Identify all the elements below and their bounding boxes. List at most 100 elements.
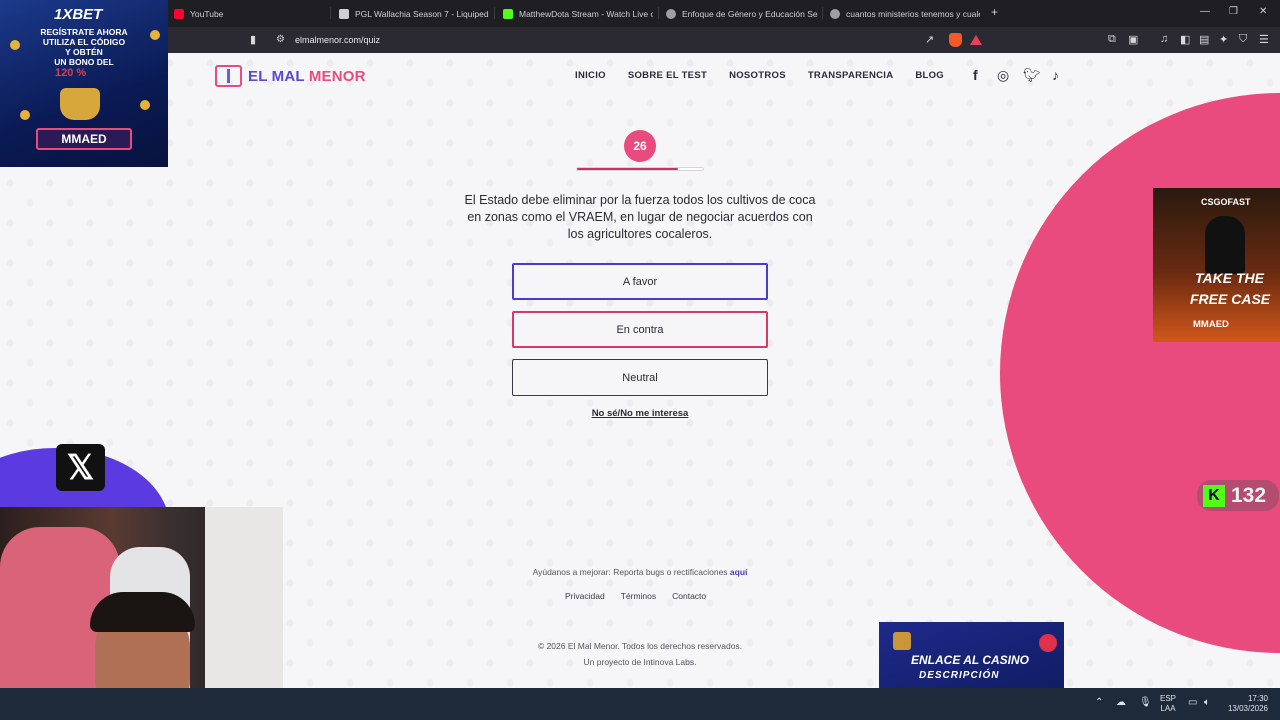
menu-icon[interactable]: ☰	[1259, 33, 1269, 46]
character-image	[1205, 216, 1245, 274]
ad-brand: 1XBET	[54, 6, 103, 23]
url-field[interactable]: elmalmenor.com/quiz	[295, 35, 380, 45]
logo-text-menor: MENOR	[304, 67, 366, 85]
sidebar-icon[interactable]: ◧	[1180, 33, 1190, 46]
ad-line: REGÍSTRATE AHORA	[40, 27, 128, 37]
answer-en-contra-button[interactable]: En contra	[512, 311, 768, 348]
instagram-icon[interactable]: ◎	[997, 67, 1009, 84]
clock-date: 13/03/2026	[1227, 704, 1268, 713]
share-icon[interactable]: ↗	[925, 33, 934, 46]
facebook-icon[interactable]: f	[973, 67, 978, 83]
nav-transparencia[interactable]: TRANSPARENCIA	[808, 70, 894, 81]
ad-promo-code: MMAED	[1193, 319, 1229, 330]
ad-brand: CSGOFAST	[1201, 197, 1251, 207]
address-bar: ▮ ⚙ elmalmenor.com/quiz ↗ ⧉ ▣ ♫ ◧ ▤ ✦ ⛉ …	[0, 27, 1280, 53]
tab-liquipedia[interactable]: PGL Wallachia Season 7 - Liquipedia	[339, 4, 489, 23]
ad-line: UN BONO DEL	[54, 57, 114, 67]
new-tab-button[interactable]: +	[991, 5, 998, 19]
casino-ad-title: ENLACE AL CASINO	[911, 653, 1030, 667]
x-logo-icon: 𝕏	[56, 444, 105, 491]
ad-line: UTILIZA EL CÓDIGO	[42, 37, 126, 47]
answer-neutral-button[interactable]: Neutral	[512, 359, 768, 396]
ad-line: FREE CASE	[1190, 291, 1271, 307]
ad-percent: 120 %	[55, 67, 87, 79]
restore-icon[interactable]: ❐	[1229, 6, 1238, 17]
footer-link-contacto[interactable]: Contacto	[672, 591, 706, 601]
quiz-progress-fill	[577, 168, 678, 170]
close-icon[interactable]: ✕	[1259, 6, 1267, 17]
bookmark-icon[interactable]: ▮	[250, 33, 256, 46]
clock-time: 17:30	[1247, 694, 1268, 703]
answer-a-favor-button[interactable]: A favor	[512, 263, 768, 300]
footer-links: Privacidad Términos Contacto	[565, 591, 706, 601]
scale-logo-icon	[215, 65, 242, 87]
vpn-shield-icon[interactable]: ⛉	[1239, 33, 1247, 46]
site-info-icon[interactable]: ⚙	[276, 34, 285, 45]
trophy-icon	[60, 88, 100, 120]
casino-ad-subtitle: DESCRIPCIÓN	[919, 670, 1000, 681]
nav-sobre-el-test[interactable]: SOBRE EL TEST	[628, 70, 707, 81]
site-logo[interactable]: EL MAL MENOR	[215, 65, 366, 87]
kick-icon	[503, 8, 513, 19]
copyright: © 2026 El Mal Menor. Todos los derechos …	[470, 638, 810, 670]
ad-line: TAKE THE	[1195, 270, 1264, 286]
microphone-icon[interactable]: 🎙︎	[1139, 697, 1152, 708]
viewer-count: 132	[1231, 483, 1267, 507]
skip-question-link[interactable]: No sé/No me interesa	[512, 408, 768, 419]
keyboard-layout: LAA	[1160, 704, 1176, 713]
tiktok-icon[interactable]: ♪	[1052, 67, 1059, 83]
tab-bar: YouTube PGL Wallachia Season 7 - Liquipe…	[0, 0, 1280, 27]
nav-nosotros[interactable]: NOSOTROS	[729, 70, 786, 81]
minimize-icon[interactable]: —	[1200, 6, 1210, 17]
tab-title: MatthewDota Stream - Watch Live o	[519, 8, 653, 19]
google-icon	[666, 8, 676, 19]
language-code: ESP	[1160, 694, 1177, 703]
taskbar	[0, 688, 1280, 720]
tab-title: Enfoque de Género y Educación Sex	[682, 8, 818, 19]
brave-shields-icon[interactable]	[949, 33, 962, 47]
quiz-progress-bar	[576, 167, 704, 171]
tab-title: YouTube	[190, 8, 224, 19]
brave-rewards-icon[interactable]	[970, 35, 982, 45]
tab-youtube[interactable]: YouTube	[174, 4, 324, 23]
ad-line: Y OBTÉN	[65, 47, 103, 57]
tab-ministerios[interactable]: cuantos ministerios tenemos y cuale	[830, 4, 980, 23]
nav-inicio[interactable]: INICIO	[575, 70, 606, 81]
network-icon[interactable]: ▭	[1188, 697, 1197, 708]
leo-ai-icon[interactable]: ✦	[1219, 33, 1228, 46]
tab-kick-stream[interactable]: MatthewDota Stream - Watch Live o	[503, 4, 653, 23]
copyright-text: © 2026 El Mal Menor. Todos los derechos …	[537, 641, 743, 651]
feedback-link[interactable]: aquí	[730, 567, 747, 577]
tab-enfoque-genero[interactable]: Enfoque de Género y Educación Sex	[666, 4, 818, 23]
tab-title: PGL Wallachia Season 7 - Liquipedia	[355, 8, 489, 19]
question-text: El Estado debe eliminar por la fuerza to…	[464, 193, 816, 241]
1xbet-ad: 1XBET REGÍSTRATE AHORA UTILIZA EL CÓDIGO…	[0, 0, 168, 167]
chevron-up-icon[interactable]: ⌃	[1095, 697, 1103, 708]
footer-link-privacidad[interactable]: Privacidad	[565, 591, 605, 601]
volume-icon[interactable]: 🔈︎	[1204, 697, 1210, 708]
liquipedia-icon	[339, 8, 349, 19]
language-indicator[interactable]: ESP LAA	[1160, 694, 1176, 714]
logo-text-el-mal: EL MAL	[248, 67, 305, 85]
feedback-label: Ayúdanos a mejorar: Reporta bugs o recti…	[532, 567, 730, 577]
feedback-text: Ayúdanos a mejorar: Reporta bugs o recti…	[470, 567, 810, 577]
screenshot-icon[interactable]: ▣	[1128, 33, 1138, 46]
wallet-icon[interactable]: ▤	[1199, 33, 1209, 46]
csgofast-ad: CSGOFAST TAKE THE FREE CASE MMAED	[1153, 188, 1280, 342]
twitter-icon[interactable]: 🐦︎	[1023, 67, 1041, 84]
kick-icon: K	[1203, 484, 1225, 507]
project-credit: Un proyecto de Intinova Labs.	[583, 657, 697, 667]
kick-viewer-counter: K 132	[1197, 480, 1279, 511]
music-icon[interactable]: ♫	[1160, 33, 1168, 45]
main-nav: INICIO SOBRE EL TEST NOSOTROS TRANSPAREN…	[575, 70, 944, 81]
footer-link-terminos[interactable]: Términos	[621, 591, 656, 601]
cloud-icon[interactable]: ☁	[1116, 697, 1126, 708]
nav-blog[interactable]: BLOG	[915, 70, 944, 81]
youtube-icon	[174, 8, 184, 19]
tab-title: cuantos ministerios tenemos y cuale	[846, 8, 980, 19]
question-number-badge: 26	[624, 130, 656, 162]
ad-promo-code: MMAED	[36, 128, 132, 150]
extensions-icon[interactable]: ⧉	[1108, 33, 1116, 46]
google-icon	[830, 8, 840, 19]
system-clock[interactable]: 17:30 13/03/2026	[1226, 694, 1268, 714]
